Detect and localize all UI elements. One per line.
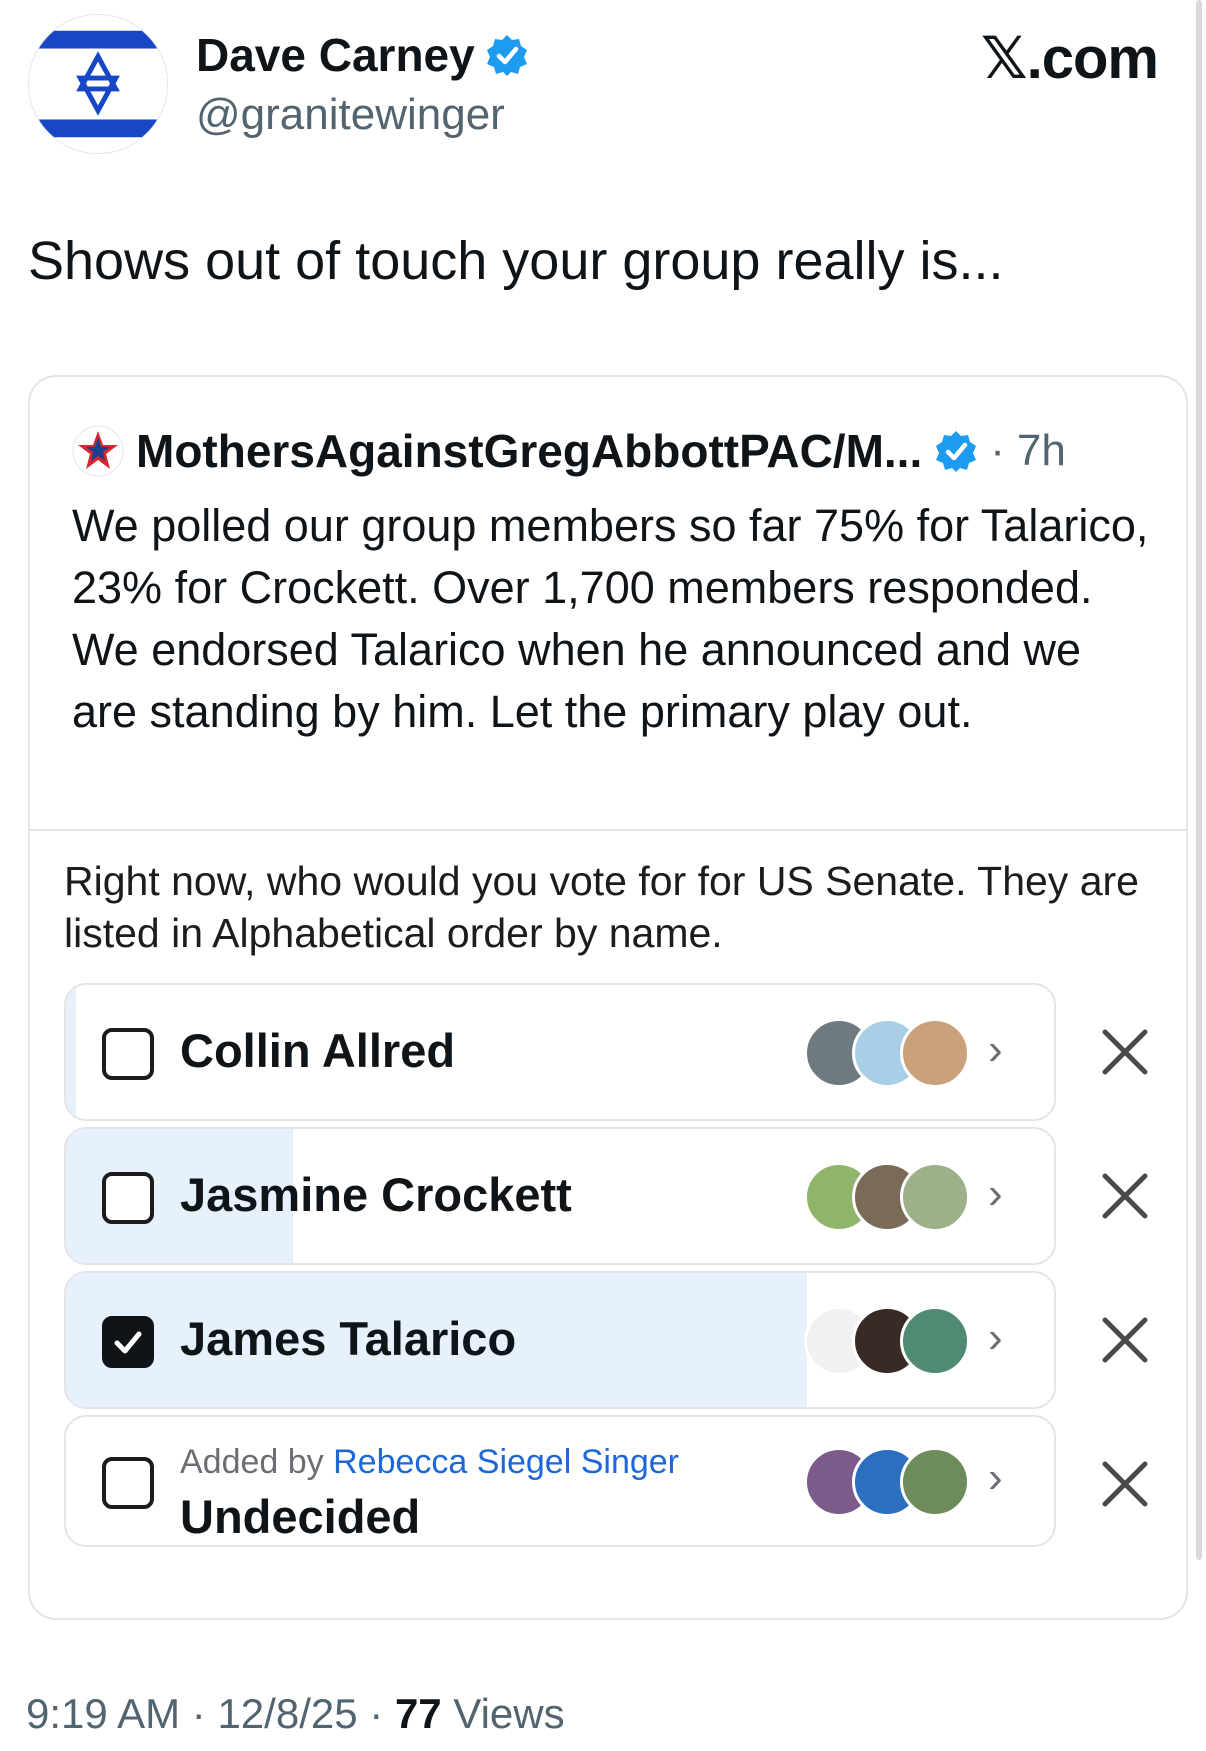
tweet-text: Shows out of touch your group really is.… [28,231,1004,291]
quoted-tweet-text: We polled our group members so far 75% f… [72,500,1149,737]
verified-badge-icon [934,429,978,473]
star-logo-icon [72,425,124,477]
voter-avatar [900,1306,970,1376]
added-by-user-link[interactable]: Rebecca Siegel Singer [333,1443,679,1481]
author-avatar[interactable] [28,14,168,154]
poll-option-crockett[interactable]: Jasmine Crockett › [64,1127,1056,1265]
close-icon[interactable] [1095,1310,1155,1370]
quoted-tweet-header: MothersAgainstGregAbbottPAC/M... · 7h [72,421,1066,481]
tweet-header: Dave Carney @granitewinger 𝕏.com [28,14,1159,154]
close-icon[interactable] [1095,1166,1155,1226]
verified-badge-icon [485,33,529,77]
added-by-label: Added by Rebecca Siegel Singer [180,1443,679,1482]
scrollbar[interactable] [1196,0,1202,1560]
tweet-time[interactable]: 9:19 AM [26,1690,180,1737]
chevron-right-icon[interactable]: › [988,1169,1003,1219]
israel-flag-icon [29,15,167,153]
poll-checkbox[interactable] [102,1172,154,1224]
quoted-separator: · [990,426,1005,475]
voter-avatar [900,1018,970,1088]
quoted-author-name[interactable]: MothersAgainstGregAbbottPAC/M... [136,424,922,478]
voter-avatars[interactable] [804,1162,974,1234]
poll-checkbox[interactable] [102,1457,154,1509]
author-name-row: Dave Carney [196,28,529,82]
views-count: 77 [394,1690,442,1737]
author-handle[interactable]: @granitewinger [196,90,505,140]
poll-option-label: Collin Allred [180,1024,456,1077]
author-display-name[interactable]: Dave Carney [196,28,475,82]
footer-separator: · [369,1690,384,1737]
poll-option-bar [66,985,76,1119]
close-icon[interactable] [1095,1454,1155,1514]
voter-avatar [900,1447,970,1517]
voter-avatars[interactable] [804,1306,974,1378]
added-by-prefix: Added by [180,1443,324,1481]
divider [30,829,1186,831]
poll-question: Right now, who would you vote for for US… [64,858,1139,956]
tweet-date[interactable]: 12/8/25 [217,1690,357,1737]
close-icon[interactable] [1095,1022,1155,1082]
x-brand-label: 𝕏.com [980,26,1159,91]
poll-option-undecided[interactable]: Added by Rebecca Siegel Singer Undecided… [64,1415,1056,1547]
voter-avatars[interactable] [804,1018,974,1090]
checkmark-icon [114,1331,142,1354]
poll-option-label: Jasmine Crockett [180,1168,572,1221]
chevron-right-icon[interactable]: › [988,1313,1003,1363]
poll-option-label: Undecided [180,1490,421,1543]
poll-option-talarico[interactable]: James Talarico › [64,1271,1056,1409]
voter-avatars[interactable] [804,1447,974,1519]
footer-separator: · [191,1690,206,1737]
views-label: Views [453,1690,565,1737]
poll-option-allred[interactable]: Collin Allred › [64,983,1056,1121]
tweet-footer: 9:19 AM · 12/8/25 · 77 Views [26,1690,565,1738]
chevron-right-icon[interactable]: › [988,1025,1003,1075]
quoted-timestamp[interactable]: 7h [1017,426,1066,476]
poll-checkbox-checked[interactable] [102,1316,154,1368]
poll-option-label: James Talarico [180,1312,517,1365]
poll-checkbox[interactable] [102,1028,154,1080]
voter-avatar [900,1162,970,1232]
chevron-right-icon[interactable]: › [988,1453,1003,1503]
quoted-tweet-card[interactable]: MothersAgainstGregAbbottPAC/M... · 7h We… [28,375,1188,1620]
